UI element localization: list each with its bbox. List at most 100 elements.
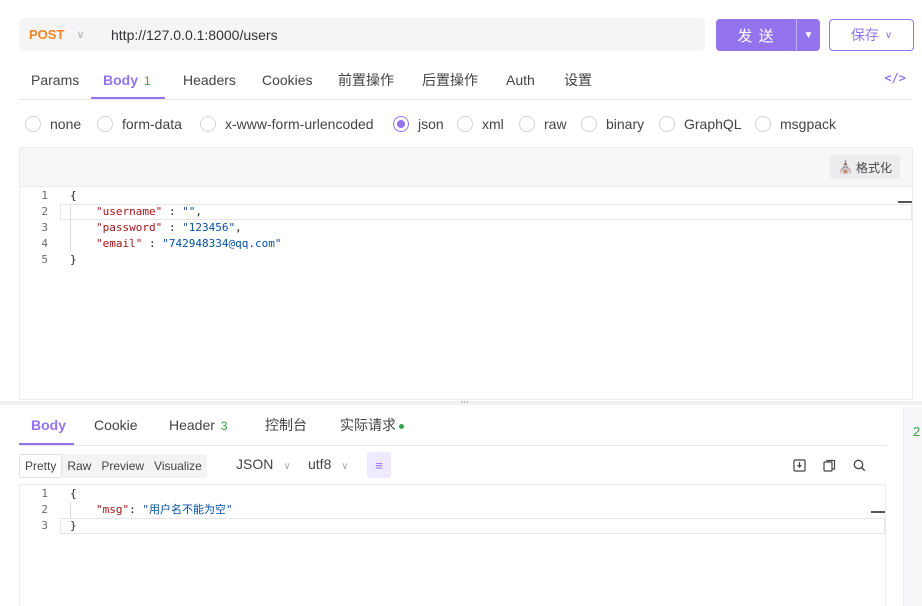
view-preview[interactable]: Preview	[96, 454, 149, 478]
json-tail: ,	[235, 221, 242, 234]
code-area[interactable]: 1{ 2 "username" : "", 3 "password" : "1234…	[20, 187, 912, 267]
method-label: POST	[29, 27, 65, 42]
url-input[interactable]	[101, 18, 705, 51]
json-key: "password"	[96, 221, 163, 234]
code-line: 3}	[20, 518, 885, 534]
line-number: 3	[41, 519, 48, 532]
tab-actual-request[interactable]: 实际请求	[340, 407, 404, 445]
format-label: 格式化	[855, 160, 892, 175]
tab-post-operations[interactable]: 后置操作	[422, 62, 478, 99]
radio-circle	[25, 116, 41, 132]
chevron-down-icon: ∨	[76, 29, 85, 41]
tab-label: 设置	[564, 72, 592, 88]
radio-graphql[interactable]: GraphQL	[659, 114, 742, 134]
code-line: 1{	[20, 486, 885, 502]
radio-circle	[519, 116, 535, 132]
code-line: 2 "msg": "用户名不能为空"	[20, 502, 885, 518]
radio-label: binary	[606, 116, 645, 132]
format-value: JSON	[236, 456, 274, 472]
method-select[interactable]: POST ∨	[19, 18, 101, 51]
tab-settings[interactable]: 设置	[564, 62, 592, 99]
radio-label: raw	[544, 116, 567, 132]
code-text: "password" : "123456",	[96, 220, 242, 236]
json-value: "742948334@qq.com"	[162, 237, 282, 250]
json-key: "username"	[96, 205, 163, 218]
code-line: 5}	[20, 252, 912, 268]
tab-body[interactable]: Body 1	[91, 62, 165, 99]
json-key: "msg"	[96, 503, 130, 516]
radio-label: x-www-form-urlencoded	[225, 116, 374, 132]
code-line: 1{	[20, 188, 912, 204]
word-wrap-button[interactable]: ≡	[367, 452, 391, 478]
tab-label: Headers	[183, 72, 236, 88]
view-raw[interactable]: Raw	[62, 454, 96, 478]
code-text: {	[70, 189, 77, 202]
tab-response-cookie[interactable]: Cookie	[94, 407, 138, 445]
tab-label: 前置操作	[338, 72, 394, 88]
send-options-button[interactable]: ▼	[796, 19, 820, 51]
view-visualize[interactable]: Visualize	[149, 454, 207, 478]
tab-response-header[interactable]: Header 3	[169, 407, 228, 445]
save-button[interactable]: 保存 ∨	[829, 19, 914, 51]
tab-auth[interactable]: Auth	[506, 62, 535, 99]
radio-xml[interactable]: xml	[457, 114, 504, 134]
radio-circle	[97, 116, 113, 132]
format-button[interactable]: ⛪ 格式化	[830, 155, 900, 179]
encoding-value: utf8	[308, 456, 332, 472]
radio-circle	[457, 116, 473, 132]
code-text: "msg": "用户名不能为空"	[96, 502, 233, 518]
radio-label: json	[418, 116, 444, 132]
send-button[interactable]: 发 送	[716, 19, 796, 51]
tab-cookies[interactable]: Cookies	[262, 62, 313, 99]
radio-circle	[755, 116, 771, 132]
code-text: "email" : "742948334@qq.com"	[96, 236, 281, 252]
radio-form-data[interactable]: form-data	[97, 114, 182, 134]
response-body-viewer[interactable]: 1{ 2 "msg": "用户名不能为空" 3}	[19, 484, 886, 606]
code-line: 2 "username" : "",	[20, 204, 912, 220]
splitter-grip-icon[interactable]: ···	[460, 397, 469, 408]
radio-label: msgpack	[780, 116, 837, 132]
request-body-editor[interactable]: ⛪ 格式化 1{ 2 "username" : "", 3 "password" :…	[19, 147, 913, 400]
code-line: 4 "email" : "742948334@qq.com"	[20, 236, 912, 252]
radio-raw[interactable]: raw	[519, 114, 567, 134]
tab-label: 实际请求	[340, 417, 396, 433]
search-icon[interactable]	[851, 457, 867, 473]
side-panel-number: 2	[913, 424, 921, 439]
download-icon[interactable]	[791, 457, 807, 473]
code-text: {	[70, 487, 77, 500]
radio-json[interactable]: json	[393, 114, 444, 134]
tab-headers[interactable]: Headers	[183, 62, 236, 99]
wrap-icon: ≡	[375, 457, 383, 473]
tab-response-body[interactable]: Body	[19, 407, 74, 445]
line-number: 5	[41, 253, 48, 266]
radio-binary[interactable]: binary	[581, 114, 644, 134]
radio-circle	[581, 116, 597, 132]
tab-label: Params	[31, 72, 80, 88]
tab-console[interactable]: 控制台	[265, 407, 307, 445]
json-sep: :	[129, 503, 143, 516]
radio-msgpack[interactable]: msgpack	[755, 114, 836, 134]
code-area[interactable]: 1{ 2 "msg": "用户名不能为空" 3}	[20, 485, 885, 534]
format-icon: ⛪	[838, 160, 853, 174]
radio-circle	[393, 116, 409, 132]
radio-none[interactable]: none	[25, 114, 81, 134]
tab-label: Cookie	[94, 417, 138, 433]
send-button-group: 发 送 ▼	[716, 19, 820, 51]
code-text: }	[70, 519, 77, 532]
json-tail: ,	[195, 205, 202, 218]
format-select[interactable]: JSON ∨	[236, 456, 291, 472]
encoding-select[interactable]: utf8 ∨	[308, 456, 349, 472]
tab-params[interactable]: Params	[31, 62, 79, 99]
view-pretty[interactable]: Pretty	[19, 454, 63, 478]
json-sep: :	[162, 221, 183, 234]
radio-circle	[659, 116, 675, 132]
copy-icon[interactable]	[821, 457, 837, 473]
tab-label: Cookies	[262, 72, 313, 88]
tab-badge: 3	[220, 419, 228, 433]
code-icon[interactable]: </>	[884, 71, 906, 85]
radio-x-www-form-urlencoded[interactable]: x-www-form-urlencoded	[200, 114, 374, 134]
code-line: 3 "password" : "123456",	[20, 220, 912, 236]
line-number: 2	[41, 503, 48, 516]
tab-pre-operations[interactable]: 前置操作	[338, 62, 394, 99]
json-value: "123456"	[182, 221, 236, 234]
